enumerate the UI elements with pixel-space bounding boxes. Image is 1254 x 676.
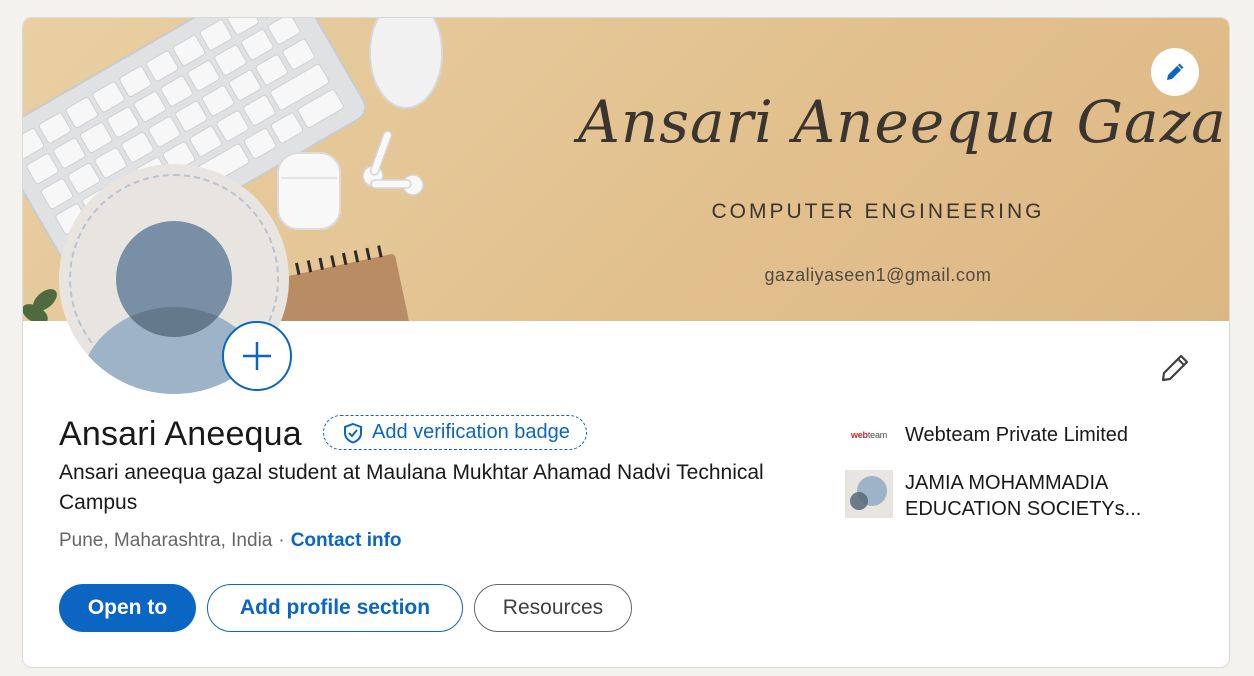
webteam-logo: web team: [850, 430, 888, 440]
add-verification-badge-button[interactable]: Add verification badge: [323, 415, 587, 450]
banner-subtitle: COMPUTER ENGINEERING: [711, 200, 1045, 223]
pencil-icon: [1167, 63, 1184, 80]
pencil-icon: [1161, 354, 1189, 382]
add-profile-section-button[interactable]: Add profile section: [207, 584, 463, 632]
resources-button[interactable]: Resources: [474, 584, 632, 632]
plus-icon: [243, 342, 271, 370]
edit-intro-button[interactable]: [1157, 350, 1193, 386]
contact-info-link[interactable]: Contact info: [291, 530, 402, 552]
location-text: Pune, Maharashtra, India: [59, 530, 273, 551]
school-logo-placeholder: [845, 470, 893, 518]
open-to-button[interactable]: Open to: [59, 584, 196, 632]
shield-check-icon: [344, 422, 362, 444]
education-org-name: JAMIA MOHAMMADIA EDUCATION SOCIETYs...: [905, 472, 1142, 520]
location-row: Pune, Maharashtra, India · Contact info: [59, 530, 402, 552]
edit-banner-button[interactable]: [1151, 48, 1199, 96]
add-photo-button[interactable]: [222, 321, 292, 391]
profile-card: Ansari Aneequa Gazal COMPUTER ENGINEERIN…: [22, 17, 1230, 668]
experience-org-name: Webteam Private Limited: [905, 424, 1129, 446]
banner-name-text: Ansari Aneequa Gazal: [578, 88, 1230, 156]
verification-label: Add verification badge: [372, 421, 570, 443]
profile-name: Ansari Aneequa: [59, 415, 302, 453]
education-org-item[interactable]: JAMIA MOHAMMADIA EDUCATION SOCIETYs...: [845, 470, 1155, 522]
experience-org-item[interactable]: web team Webteam Private Limited: [845, 420, 1128, 450]
avatar-shadow: [116, 221, 232, 337]
banner-email: gazaliyaseen1@gmail.com: [764, 265, 992, 285]
profile-headline: Ansari aneequa gazal student at Maulana …: [59, 461, 764, 514]
separator-dot: ·: [278, 530, 285, 551]
